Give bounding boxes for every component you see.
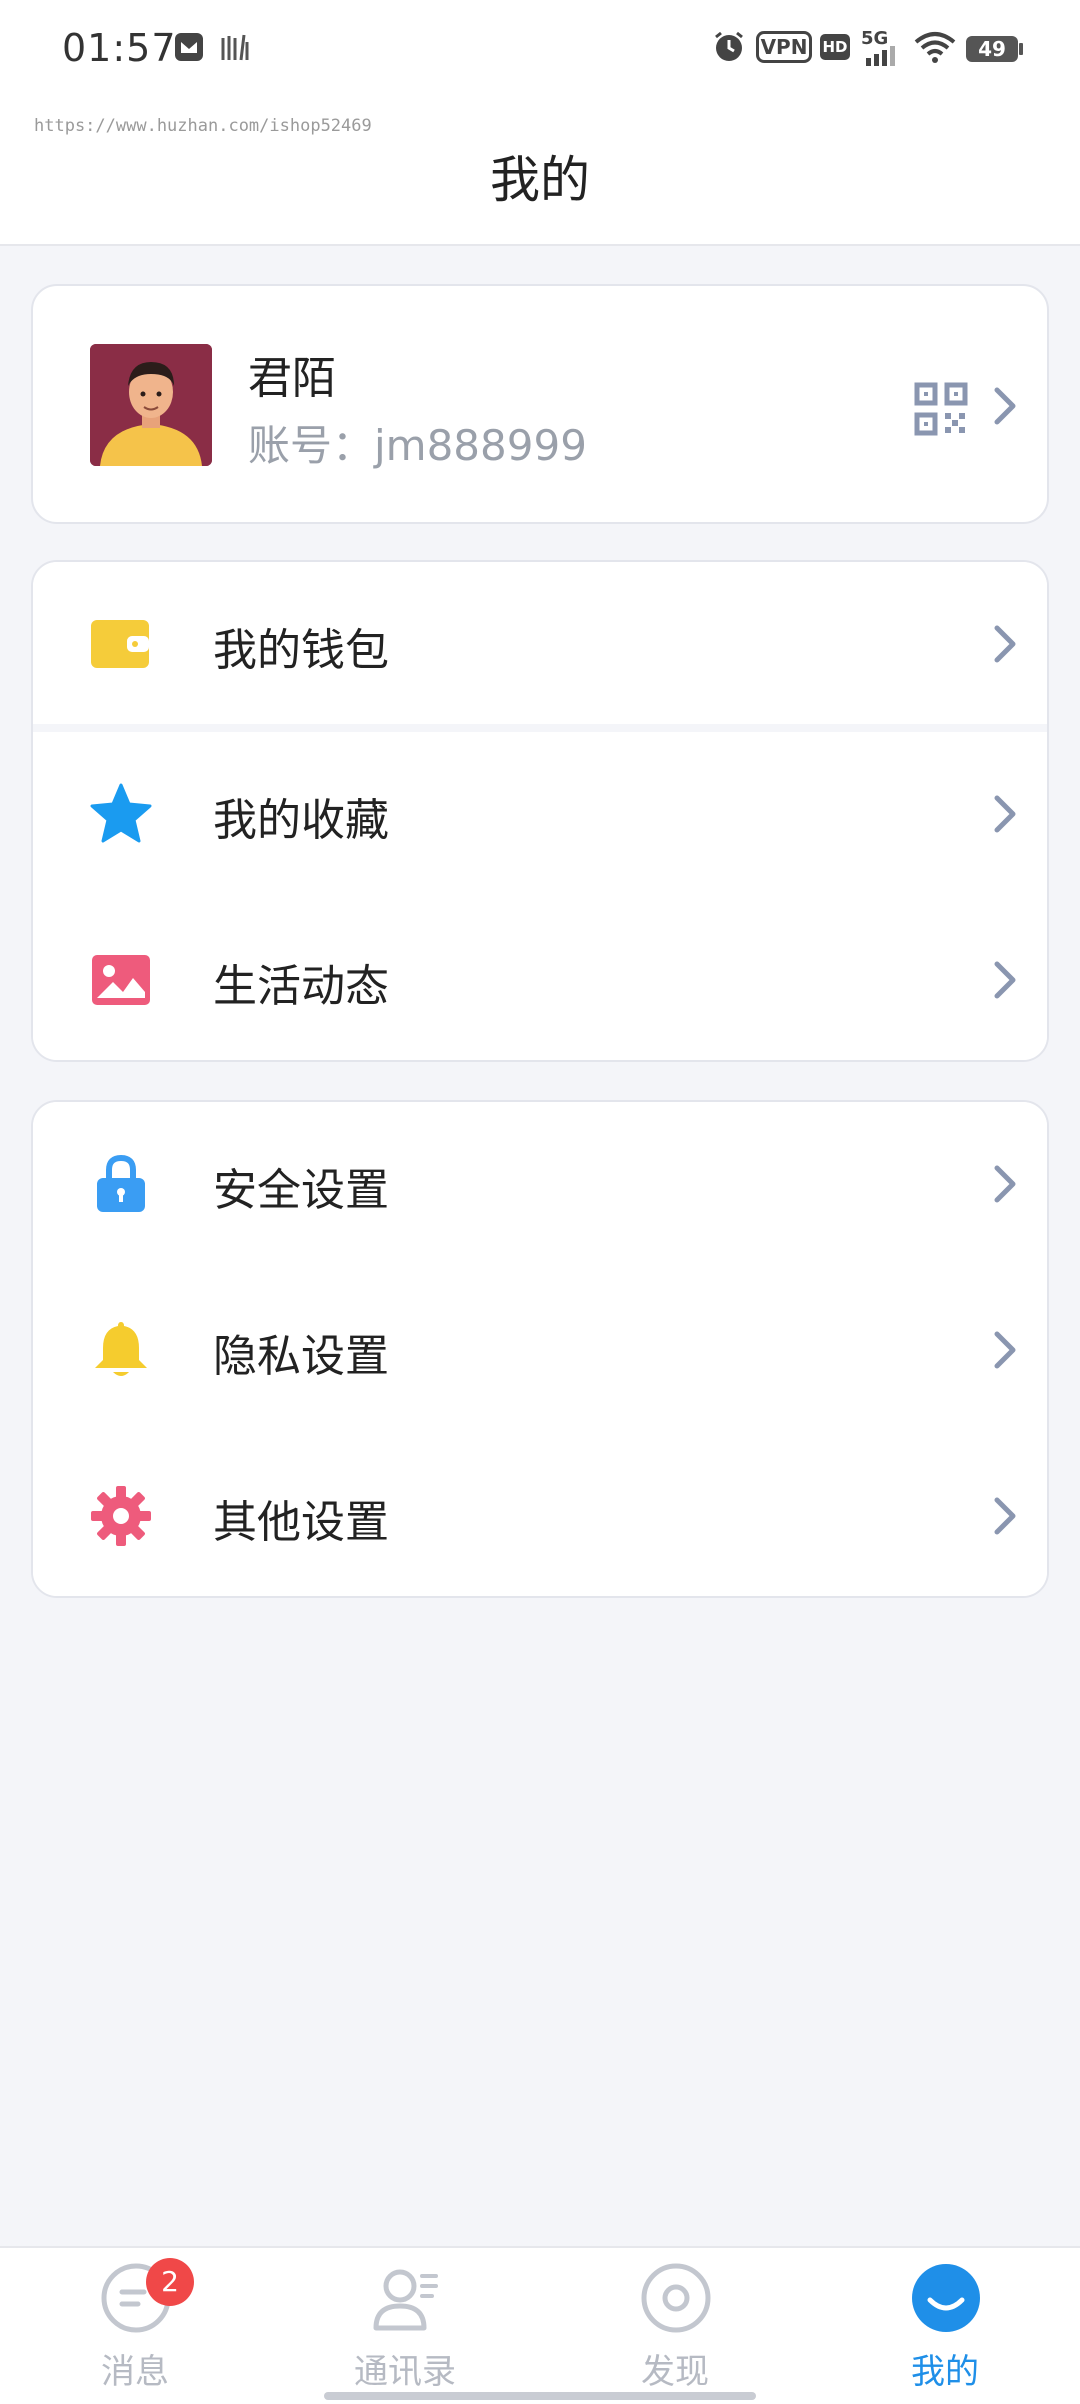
- battery-level: 49: [978, 37, 1006, 61]
- vpn-indicator: VPN: [756, 31, 812, 63]
- qr-code-icon[interactable]: [914, 382, 968, 436]
- profile-name: 君陌: [248, 353, 336, 404]
- screen: 01:57 VPN HD 5G 49 我的 https://www.huzhan…: [0, 0, 1080, 2404]
- avatar-illustration: [90, 344, 212, 466]
- status-time: 01:57: [62, 26, 177, 70]
- profile-card[interactable]: 君陌 账号：jm888999: [31, 284, 1049, 524]
- battery-icon: 49: [966, 36, 1018, 62]
- wifi-icon: [914, 32, 956, 63]
- tab-messages[interactable]: 2 消息: [0, 2248, 270, 2404]
- tab-label: 发现: [641, 2352, 709, 2392]
- alarm-icon: [715, 31, 743, 61]
- gear-icon: [91, 1486, 151, 1546]
- chevron-right-icon: [994, 1331, 1016, 1369]
- star-icon: [90, 783, 152, 843]
- menu-item-wallet[interactable]: 我的钱包: [33, 562, 1047, 728]
- tab-label: 消息: [101, 2352, 169, 2392]
- menu-item-label: 隐私设置: [213, 1331, 389, 1382]
- tab-label: 通讯录: [354, 2352, 456, 2392]
- menu-item-privacy[interactable]: 隐私设置: [33, 1268, 1047, 1434]
- menu-item-label: 我的钱包: [213, 625, 389, 676]
- unread-badge: 2: [146, 2258, 194, 2306]
- app-notification-icon: [221, 34, 249, 61]
- home-indicator[interactable]: [324, 2392, 756, 2400]
- bottom-nav: 2 消息 通讯录 发现 我的: [0, 2246, 1080, 2404]
- chevron-right-icon[interactable]: [993, 386, 1017, 426]
- menu-item-moments[interactable]: 生活动态: [33, 898, 1047, 1060]
- menu-item-label: 我的收藏: [213, 795, 389, 846]
- wallet-icon: [91, 620, 149, 668]
- menu-item-label: 生活动态: [213, 961, 389, 1012]
- lock-icon: [97, 1154, 145, 1212]
- contacts-icon: [373, 2269, 438, 2331]
- tab-label: 我的: [911, 2352, 979, 2392]
- page-title: 我的: [490, 151, 590, 209]
- tab-discover[interactable]: 发现: [540, 2248, 810, 2404]
- menu-item-favorites[interactable]: 我的收藏: [33, 732, 1047, 898]
- chevron-right-icon: [994, 1165, 1016, 1203]
- menu-item-label: 其他设置: [213, 1497, 389, 1548]
- tab-contacts[interactable]: 通讯录: [270, 2248, 540, 2404]
- profile-account: 账号：jm888999: [248, 421, 587, 470]
- menu-item-security[interactable]: 安全设置: [33, 1102, 1047, 1268]
- menu-group-primary: 我的钱包 我的收藏 生活动态: [31, 560, 1049, 1062]
- tab-me[interactable]: 我的: [810, 2248, 1080, 2404]
- watermark: https://www.huzhan.com/ishop52469: [34, 116, 372, 136]
- discover-icon: [641, 2263, 711, 2333]
- image-icon: [92, 955, 150, 1005]
- avatar[interactable]: [90, 344, 212, 466]
- menu-item-label: 安全设置: [213, 1165, 389, 1216]
- hd-indicator: HD: [820, 34, 850, 60]
- status-bar: 01:57 VPN HD 5G 49: [0, 0, 1080, 100]
- app-notification-icon: [175, 33, 203, 61]
- signal-icon: [866, 46, 895, 66]
- chevron-right-icon: [994, 961, 1016, 999]
- battery-tip: [1019, 43, 1023, 55]
- bell-icon: [95, 1322, 147, 1376]
- chevron-right-icon: [994, 1497, 1016, 1535]
- menu-group-settings: 安全设置 隐私设置 其他设置: [31, 1100, 1049, 1598]
- chevron-right-icon: [994, 795, 1016, 833]
- me-icon: [912, 2264, 980, 2332]
- menu-item-other[interactable]: 其他设置: [33, 1434, 1047, 1596]
- chevron-right-icon: [994, 625, 1016, 663]
